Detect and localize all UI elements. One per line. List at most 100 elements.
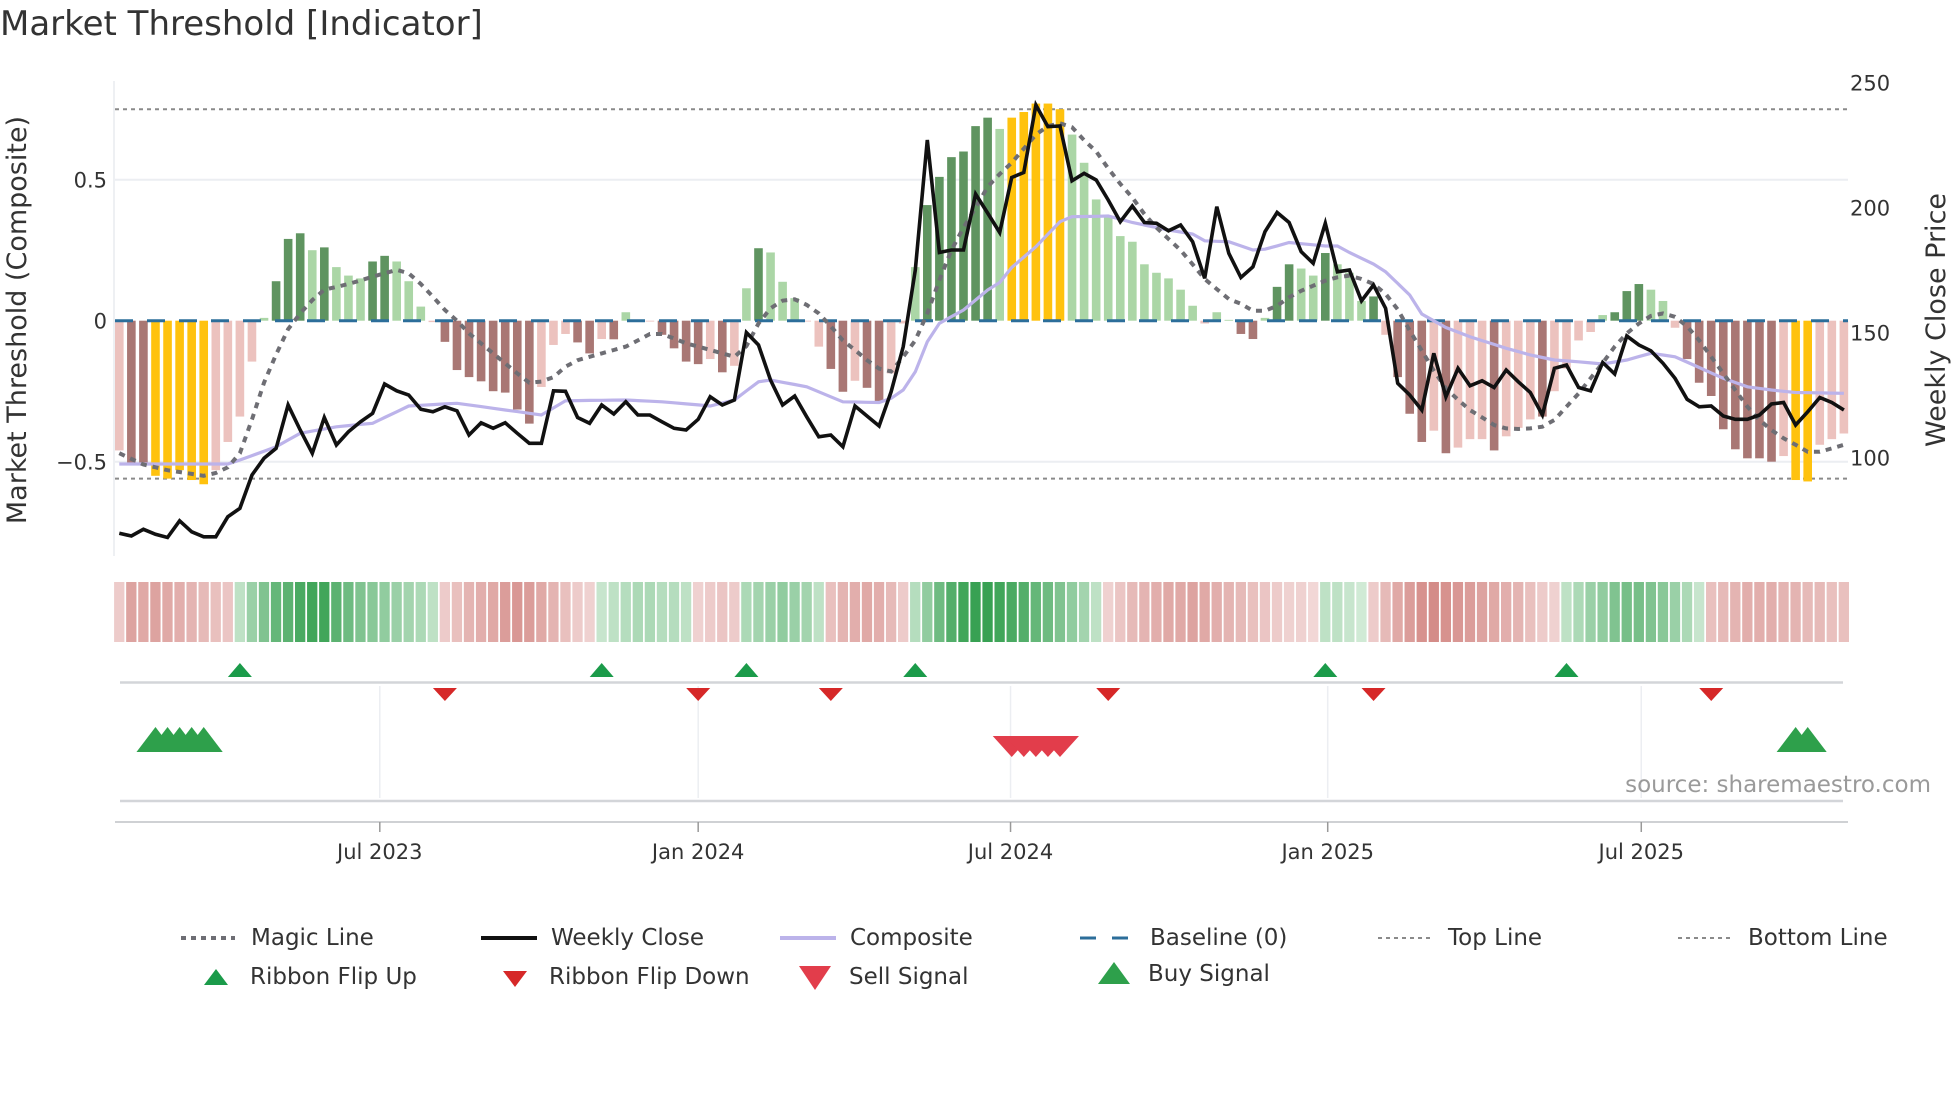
ribbon-cell [1681,582,1693,642]
ribbon-cell [403,582,414,642]
ribbon-cell [1537,582,1548,642]
ribbon-cell [1597,582,1608,642]
composite-bar [1019,112,1029,321]
ribbon-cell [1513,582,1524,642]
composite-bar [693,320,703,365]
legend-label: Top Line [1448,925,1543,951]
composite-bar [742,288,751,321]
legend-label: Baseline (0) [1150,925,1288,951]
y-tick-label-left: −0.5 [56,451,107,475]
composite-bar [1827,320,1837,440]
y-axis-label-right: Weekly Close Price [1921,193,1952,447]
composite-bar [223,320,233,442]
ribbon-cell [1392,582,1403,642]
legend-item-top-line: Top Line [1376,925,1542,951]
ribbon-flip-up-marker [589,663,614,677]
ribbon-cell [307,582,318,642]
composite-bar [718,320,727,373]
ribbon-cell [536,582,547,642]
composite-bar [1610,312,1620,321]
legend-label: Ribbon Flip Down [549,964,750,990]
baseline-swatch [1080,936,1136,940]
ribbon-cell [1163,582,1174,642]
composite-bar [452,320,462,371]
ribbon-cell [331,582,342,642]
composite-bar [368,261,377,321]
ribbon-cell [1090,582,1102,642]
ribbon-cell [922,582,933,642]
ribbon-cell [777,582,788,642]
composite-bar [235,320,245,417]
ribbon-cell [246,582,258,642]
composite-bar [923,205,932,321]
legend-item-bottom-line: Bottom Line [1676,925,1888,951]
ribbon-cell [1368,582,1379,642]
ribbon-cell [1790,582,1801,642]
composite-bar [814,320,824,347]
ribbon-cell [1271,582,1283,642]
composite-bar [440,320,450,342]
ribbon-cell [644,582,656,642]
ribbon-cell [958,582,969,642]
ribbon-cell [572,582,583,642]
ribbon-cell [717,582,728,642]
composite-bar [850,320,860,381]
ribbon-cell [415,582,426,642]
ribbon-cell [1838,582,1849,642]
x-tick-label: Jan 2024 [650,840,745,864]
ribbon-flip-up-marker [1313,663,1338,677]
ribbon-cell [258,582,270,642]
ribbon-cell [500,582,511,642]
composite-bar [1670,320,1680,328]
ribbon-cell [1464,582,1476,642]
ribbon-cell [692,582,704,642]
ribbon-cell [680,582,692,642]
ribbon-flip-down-marker [818,688,843,701]
composite-bar [1140,264,1149,321]
ribbon-cell [1187,582,1198,642]
composite-swatch [780,936,836,940]
ribbon-cell [1066,582,1078,642]
ribbon-cell [270,582,282,642]
ribbon-cell [1247,582,1259,642]
legend-label: Ribbon Flip Up [250,964,417,990]
composite-bar [585,320,594,354]
y-tick-label-right: 150 [1850,322,1890,346]
ribbon-flip-down-marker [1699,688,1724,701]
ribbon-cell [1078,582,1090,642]
composite-bar [307,250,317,321]
composite-bar [211,320,221,471]
ribbon-flip-down-marker [686,688,711,701]
y-tick-label-left: 0 [94,310,107,334]
composite-bar [730,320,739,366]
composite-bar [1007,117,1017,321]
ribbon-cell [524,582,535,642]
legend-item-buy-signal: Buy Signal [1094,960,1270,988]
composite-bar [1501,320,1511,437]
ribbon-cell [1718,582,1729,642]
ribbon-cell [174,582,185,642]
composite-bar [1236,320,1246,334]
composite-bar [1815,320,1825,445]
ribbon-cell [632,582,643,642]
bottom-line-swatch [1678,937,1734,939]
ribbon-cell [1006,582,1017,642]
legend-label: Weekly Close [551,925,704,951]
ribbon-cell [234,582,245,642]
ribbon-cell [885,582,897,642]
triangle-down-icon [503,971,527,987]
ribbon-cell [608,582,619,642]
y-axis-label-left: Market Threshold (Composite) [2,116,33,524]
composite-bar [500,320,510,393]
composite-bar [380,255,389,321]
ribbon-flip-down-marker [1361,688,1386,701]
ribbon-cell [1440,582,1451,642]
ribbon-cell [1115,582,1126,642]
y-tick-label-right: 250 [1850,72,1890,96]
ribbon-cell [186,582,197,642]
composite-bar [1574,320,1583,341]
ribbon-cell [1585,582,1596,642]
ribbon-cell [1103,582,1114,642]
ribbon-cell [1561,582,1572,642]
ribbon-cell [222,582,233,642]
